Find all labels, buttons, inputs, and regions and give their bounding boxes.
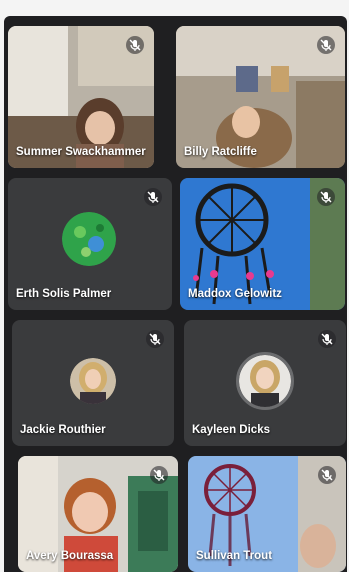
participant-tile-summer[interactable]: Summer Swackhammer [8,26,154,168]
participant-name: Summer Swackhammer [16,146,146,158]
participant-name: Sullivan Trout [196,550,273,562]
mic-off-icon [317,188,335,206]
participant-tile-kayleen[interactable]: Kayleen Dicks [184,320,346,446]
participant-tile-maddox[interactable]: Maddox Gelowitz [180,178,345,310]
participant-name: Billy Ratcliffe [184,146,257,158]
participant-name: Erth Solis Palmer [16,288,112,300]
mic-off-icon [317,36,335,54]
avatar [62,212,116,266]
mic-off-icon [144,188,162,206]
mic-off-icon [146,330,164,348]
mic-off-icon [318,466,336,484]
participant-tile-billy[interactable]: Billy Ratcliffe [176,26,345,168]
mic-off-icon [150,466,168,484]
participant-name: Jackie Routhier [20,424,106,436]
participant-tile-avery[interactable]: Avery Bourassa [18,456,178,572]
video-call-grid: Summer Swackhammer Billy Ratcliffe Erth … [4,16,347,572]
mic-off-icon [318,330,336,348]
participant-name: Maddox Gelowitz [188,288,282,300]
participant-name: Kayleen Dicks [192,424,270,436]
participant-tile-jackie[interactable]: Jackie Routhier [12,320,174,446]
participant-name: Avery Bourassa [26,550,114,562]
participant-tile-sullivan[interactable]: Sullivan Trout [188,456,346,572]
avatar [236,352,294,410]
mic-off-icon [126,36,144,54]
participant-tile-erth[interactable]: Erth Solis Palmer [8,178,172,310]
avatar [70,358,116,404]
